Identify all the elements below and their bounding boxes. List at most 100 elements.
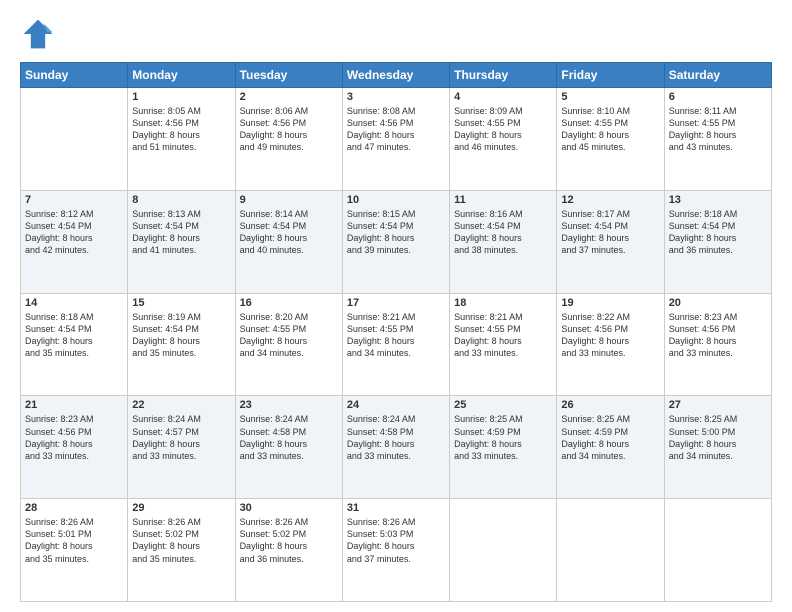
calendar-table: SundayMondayTuesdayWednesdayThursdayFrid… [20,62,772,602]
calendar-cell: 19 Sunrise: 8:22 AM Sunset: 4:56 PM Dayli… [557,293,664,396]
calendar-cell: 6Sunrise: 8:11 AM Sunset: 4:55 PM Daylig… [664,88,771,191]
calendar-cell: 14 Sunrise: 8:18 AM Sunset: 4:54 PM Dayli… [21,293,128,396]
day-number: 29 [132,502,230,514]
day-number: 31 [347,502,445,514]
cell-info: Sunrise: 8:22 AM Sunset: 4:56 PM Dayligh… [561,311,659,360]
week-row-3: 14 Sunrise: 8:18 AM Sunset: 4:54 PM Dayli… [21,293,772,396]
cell-info: Sunrise: 8:24 AM Sunset: 4:58 PM Dayligh… [240,413,338,462]
cell-info: Sunrise: 8:06 AM Sunset: 4:56 PM Dayligh… [240,105,338,154]
cell-info: Sunrise: 8:21 AM Sunset: 4:55 PM Dayligh… [347,311,445,360]
day-number: 17 [347,297,445,309]
day-number: 7 [25,194,123,206]
day-number: 2 [240,91,338,103]
cell-info: Sunrise: 8:18 AM Sunset: 4:54 PM Dayligh… [25,311,123,360]
cell-info: Sunrise: 8:26 AM Sunset: 5:02 PM Dayligh… [132,516,230,565]
cell-info: Sunrise: 8:14 AM Sunset: 4:54 PM Dayligh… [240,208,338,257]
calendar-cell: 20 Sunrise: 8:23 AM Sunset: 4:56 PM Dayli… [664,293,771,396]
calendar-cell: 13 Sunrise: 8:18 AM Sunset: 4:54 PM Dayli… [664,190,771,293]
day-number: 13 [669,194,767,206]
day-number: 16 [240,297,338,309]
day-number: 18 [454,297,552,309]
weekday-header-tuesday: Tuesday [235,63,342,88]
calendar-cell: 7 Sunrise: 8:12 AM Sunset: 4:54 PM Daylig… [21,190,128,293]
weekday-header-thursday: Thursday [450,63,557,88]
cell-info: Sunrise: 8:21 AM Sunset: 4:55 PM Dayligh… [454,311,552,360]
day-number: 24 [347,399,445,411]
calendar-cell: 2 Sunrise: 8:06 AM Sunset: 4:56 PM Daylig… [235,88,342,191]
calendar-cell: 31 Sunrise: 8:26 AM Sunset: 5:03 PM Dayli… [342,499,449,602]
day-number: 28 [25,502,123,514]
cell-info: Sunrise: 8:23 AM Sunset: 4:56 PM Dayligh… [25,413,123,462]
day-number: 19 [561,297,659,309]
calendar-cell: 16 Sunrise: 8:20 AM Sunset: 4:55 PM Dayli… [235,293,342,396]
weekday-header-monday: Monday [128,63,235,88]
calendar-cell: 9 Sunrise: 8:14 AM Sunset: 4:54 PM Daylig… [235,190,342,293]
weekday-header-friday: Friday [557,63,664,88]
calendar-cell: 30 Sunrise: 8:26 AM Sunset: 5:02 PM Dayli… [235,499,342,602]
day-number: 8 [132,194,230,206]
day-number: 25 [454,399,552,411]
day-number: 27 [669,399,767,411]
calendar-cell: 23 Sunrise: 8:24 AM Sunset: 4:58 PM Dayli… [235,396,342,499]
cell-info: Sunrise: 8:08 AM Sunset: 4:56 PM Dayligh… [347,105,445,154]
cell-info: Sunrise: 8:26 AM Sunset: 5:01 PM Dayligh… [25,516,123,565]
calendar-cell: 28 Sunrise: 8:26 AM Sunset: 5:01 PM Dayli… [21,499,128,602]
cell-info: Sunrise: 8:24 AM Sunset: 4:58 PM Dayligh… [347,413,445,462]
calendar-cell: 29 Sunrise: 8:26 AM Sunset: 5:02 PM Dayli… [128,499,235,602]
calendar-cell: 10 Sunrise: 8:15 AM Sunset: 4:54 PM Dayli… [342,190,449,293]
calendar-cell: 26 Sunrise: 8:25 AM Sunset: 4:59 PM Dayli… [557,396,664,499]
calendar-cell: 27Sunrise: 8:25 AM Sunset: 5:00 PM Dayli… [664,396,771,499]
cell-info: Sunrise: 8:16 AM Sunset: 4:54 PM Dayligh… [454,208,552,257]
weekday-header-wednesday: Wednesday [342,63,449,88]
calendar-cell: 21 Sunrise: 8:23 AM Sunset: 4:56 PM Dayli… [21,396,128,499]
day-number: 21 [25,399,123,411]
day-number: 22 [132,399,230,411]
cell-info: Sunrise: 8:25 AM Sunset: 4:59 PM Dayligh… [561,413,659,462]
calendar-cell [450,499,557,602]
day-number: 23 [240,399,338,411]
cell-info: Sunrise: 8:23 AM Sunset: 4:56 PM Dayligh… [669,311,767,360]
day-number: 9 [240,194,338,206]
day-number: 12 [561,194,659,206]
week-row-1: 1Sunrise: 8:05 AM Sunset: 4:56 PM Daylig… [21,88,772,191]
day-number: 15 [132,297,230,309]
calendar-cell: 24 Sunrise: 8:24 AM Sunset: 4:58 PM Dayli… [342,396,449,499]
calendar-cell: 15 Sunrise: 8:19 AM Sunset: 4:54 PM Dayli… [128,293,235,396]
day-number: 10 [347,194,445,206]
cell-info: Sunrise: 8:20 AM Sunset: 4:55 PM Dayligh… [240,311,338,360]
day-number: 14 [25,297,123,309]
cell-info: Sunrise: 8:10 AM Sunset: 4:55 PM Dayligh… [561,105,659,154]
day-number: 1 [132,91,230,103]
calendar-cell: 1Sunrise: 8:05 AM Sunset: 4:56 PM Daylig… [128,88,235,191]
calendar-cell: 18 Sunrise: 8:21 AM Sunset: 4:55 PM Dayli… [450,293,557,396]
weekday-header-sunday: Sunday [21,63,128,88]
cell-info: Sunrise: 8:13 AM Sunset: 4:54 PM Dayligh… [132,208,230,257]
weekday-header-saturday: Saturday [664,63,771,88]
calendar-cell [557,499,664,602]
cell-info: Sunrise: 8:18 AM Sunset: 4:54 PM Dayligh… [669,208,767,257]
day-number: 20 [669,297,767,309]
calendar-cell: 5Sunrise: 8:10 AM Sunset: 4:55 PM Daylig… [557,88,664,191]
day-number: 26 [561,399,659,411]
cell-info: Sunrise: 8:19 AM Sunset: 4:54 PM Dayligh… [132,311,230,360]
cell-info: Sunrise: 8:15 AM Sunset: 4:54 PM Dayligh… [347,208,445,257]
calendar-cell: 12 Sunrise: 8:17 AM Sunset: 4:54 PM Dayli… [557,190,664,293]
page: SundayMondayTuesdayWednesdayThursdayFrid… [0,0,792,612]
cell-info: Sunrise: 8:09 AM Sunset: 4:55 PM Dayligh… [454,105,552,154]
logo [20,16,62,52]
day-number: 11 [454,194,552,206]
calendar-cell [21,88,128,191]
calendar-cell [664,499,771,602]
day-number: 6 [669,91,767,103]
week-row-4: 21 Sunrise: 8:23 AM Sunset: 4:56 PM Dayli… [21,396,772,499]
cell-info: Sunrise: 8:26 AM Sunset: 5:03 PM Dayligh… [347,516,445,565]
cell-info: Sunrise: 8:12 AM Sunset: 4:54 PM Dayligh… [25,208,123,257]
cell-info: Sunrise: 8:26 AM Sunset: 5:02 PM Dayligh… [240,516,338,565]
week-row-2: 7 Sunrise: 8:12 AM Sunset: 4:54 PM Daylig… [21,190,772,293]
day-number: 30 [240,502,338,514]
day-number: 3 [347,91,445,103]
calendar-cell: 25Sunrise: 8:25 AM Sunset: 4:59 PM Dayli… [450,396,557,499]
cell-info: Sunrise: 8:17 AM Sunset: 4:54 PM Dayligh… [561,208,659,257]
calendar-cell: 3 Sunrise: 8:08 AM Sunset: 4:56 PM Daylig… [342,88,449,191]
calendar-header-row: SundayMondayTuesdayWednesdayThursdayFrid… [21,63,772,88]
